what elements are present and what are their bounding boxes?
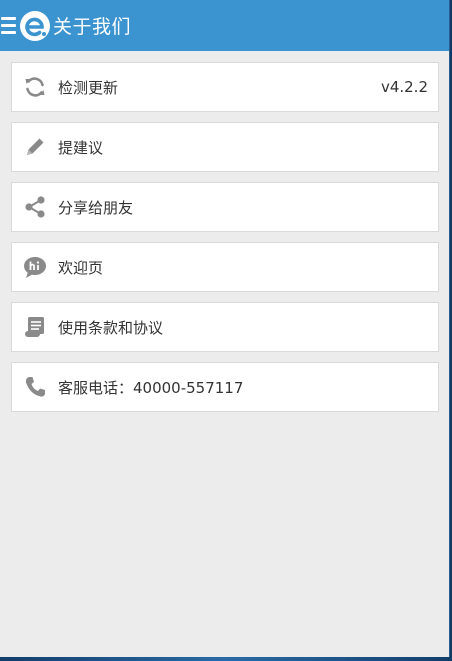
terms-item[interactable]: 使用条款和协议	[11, 302, 439, 352]
feedback-label: 提建议	[58, 138, 104, 157]
scroll-icon	[22, 314, 48, 340]
check-update-item[interactable]: 检测更新 v4.2.2	[11, 62, 439, 112]
check-update-label: 检测更新	[58, 78, 119, 97]
feedback-item[interactable]: 提建议	[11, 122, 439, 172]
customer-service-label: 客服电话：40000-557117	[58, 378, 244, 397]
page-title: 关于我们	[53, 16, 132, 38]
settings-list: 检测更新 v4.2.2 提建议 分享给朋友 欢迎页 使用条款和协议 客服电话：4…	[0, 51, 449, 412]
refresh-icon	[22, 74, 48, 100]
menu-icon[interactable]	[1, 17, 16, 34]
share-label: 分享给朋友	[58, 198, 134, 217]
version-value: v4.2.2	[380, 78, 428, 96]
phone-icon	[22, 374, 48, 400]
welcome-page-item[interactable]: 欢迎页	[11, 242, 439, 292]
desktop-strip	[0, 657, 452, 661]
pencil-icon	[22, 134, 48, 160]
e-logo-icon	[20, 10, 50, 41]
share-item[interactable]: 分享给朋友	[11, 182, 439, 232]
terms-label: 使用条款和协议	[58, 318, 164, 337]
app-window: 关于我们 检测更新 v4.2.2 提建议 分享给朋友 欢迎页 使用条款和协议 客…	[0, 0, 450, 657]
share-icon	[22, 194, 48, 220]
hi-bubble-icon	[22, 254, 48, 280]
app-bar: 关于我们	[0, 0, 449, 51]
customer-service-item[interactable]: 客服电话：40000-557117	[11, 362, 439, 412]
welcome-page-label: 欢迎页	[58, 258, 104, 277]
